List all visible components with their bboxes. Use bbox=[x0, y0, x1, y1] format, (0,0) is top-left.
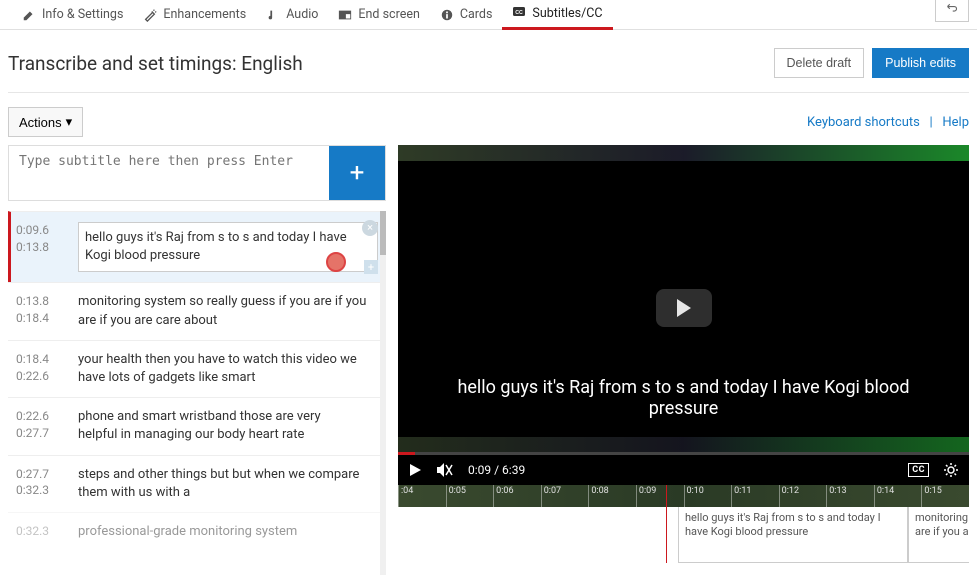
timeline-segments: hello guys it's Raj from s to s and toda… bbox=[398, 507, 969, 563]
tab-label: Cards bbox=[460, 7, 493, 22]
subtitle-times: 0:27.70:32.3 bbox=[16, 466, 66, 502]
subtitle-times: 0:32.3 bbox=[16, 523, 66, 541]
actions-dropdown[interactable]: Actions ▾ bbox=[8, 107, 83, 137]
subtitle-item[interactable]: 0:18.40:22.6 your health then you have t… bbox=[8, 340, 386, 397]
publish-edits-button[interactable]: Publish edits bbox=[872, 48, 969, 78]
scrollbar-thumb[interactable] bbox=[380, 211, 386, 255]
timeline-segment[interactable]: monitoring s are if you are bbox=[908, 507, 969, 563]
timeline-tick: 0:10 bbox=[684, 485, 704, 507]
timeline[interactable]: :04 0:05 0:06 0:07 0:08 0:09 0:10 0:11 0:12 0:13 0… bbox=[398, 485, 969, 563]
toolbar-row: Actions ▾ Keyboard shortcuts | Help bbox=[0, 93, 977, 145]
close-icon: × bbox=[367, 220, 373, 235]
plus-small-icon: + bbox=[368, 260, 374, 275]
timeline-playhead[interactable] bbox=[666, 485, 667, 563]
timeline-tick: 0:08 bbox=[588, 485, 608, 507]
tab-label: Audio bbox=[286, 7, 318, 22]
play-center-button[interactable] bbox=[656, 289, 712, 327]
subtitle-text: phone and smart wristband those are very… bbox=[78, 408, 378, 444]
timeline-tick: 0:06 bbox=[493, 485, 513, 507]
video-frame-blur bbox=[398, 145, 969, 161]
timeline-tick: 0:11 bbox=[731, 485, 751, 507]
plus-icon: + bbox=[350, 158, 365, 188]
note-icon bbox=[266, 8, 280, 22]
timeline-tick: 0:12 bbox=[779, 485, 799, 507]
timeline-segment[interactable]: hello guys it's Raj from s to s and toda… bbox=[678, 507, 908, 563]
timeline-tick: :04 bbox=[398, 485, 413, 507]
delete-draft-button[interactable]: Delete draft bbox=[774, 48, 865, 78]
subtitle-item[interactable]: 0:32.3 professional-grade monitoring sys… bbox=[8, 512, 386, 551]
video-panel: hello guys it's Raj from s to s and toda… bbox=[398, 145, 969, 575]
timeline-tick: 0:07 bbox=[541, 485, 561, 507]
tab-label: Enhancements bbox=[163, 7, 246, 22]
timeline-tick: 0:14 bbox=[874, 485, 894, 507]
title-bar: Transcribe and set timings: English Dele… bbox=[0, 30, 977, 92]
help-link[interactable]: Help bbox=[942, 115, 969, 130]
subtitle-item[interactable]: 0:13.80:18.4 monitoring system so really… bbox=[8, 282, 386, 339]
pencil-icon bbox=[22, 8, 36, 22]
info-icon bbox=[440, 8, 454, 22]
tab-subtitles-cc[interactable]: CC Subtitles/CC bbox=[502, 0, 612, 30]
tab-enhancements[interactable]: Enhancements bbox=[133, 0, 256, 30]
endscreen-icon bbox=[338, 8, 352, 22]
svg-text:CC: CC bbox=[516, 10, 524, 16]
help-links: Keyboard shortcuts | Help bbox=[807, 115, 969, 130]
subtitle-item[interactable]: 0:27.70:32.3 steps and other things but … bbox=[8, 455, 386, 512]
revert-button[interactable] bbox=[935, 0, 969, 22]
subtitle-item[interactable]: 0:22.60:27.7 phone and smart wristband t… bbox=[8, 397, 386, 454]
actions-label: Actions bbox=[19, 115, 62, 130]
subtitle-input-row: + bbox=[8, 145, 386, 201]
timeline-tick: 0:09 bbox=[636, 485, 656, 507]
tab-label: Info & Settings bbox=[42, 7, 123, 22]
timeline-ruler[interactable]: :04 0:05 0:06 0:07 0:08 0:09 0:10 0:11 0:12 0:13 0… bbox=[398, 485, 969, 507]
subtitle-times: 0:18.40:22.6 bbox=[16, 351, 66, 387]
insert-subtitle-button[interactable]: + bbox=[364, 260, 378, 274]
video-time: 0:09 / 6:39 bbox=[468, 463, 525, 477]
subtitle-times: 0:09.6 0:13.8 bbox=[16, 222, 66, 272]
mute-button[interactable] bbox=[436, 462, 454, 478]
title-actions: Delete draft Publish edits bbox=[774, 48, 970, 78]
subtitle-text: professional-grade monitoring system bbox=[78, 523, 378, 541]
video-controls: 0:09 / 6:39 CC bbox=[398, 455, 969, 485]
play-button[interactable] bbox=[408, 463, 422, 477]
subtitle-list: 0:09.6 0:13.8 hello guys it's Raj from s… bbox=[8, 211, 386, 575]
settings-button[interactable] bbox=[943, 462, 959, 478]
timeline-tick: 0:13 bbox=[826, 485, 846, 507]
subtitle-text: your health then you have to watch this … bbox=[78, 351, 378, 387]
subtitle-item[interactable]: 0:09.6 0:13.8 hello guys it's Raj from s… bbox=[8, 211, 386, 282]
subtitle-times: 0:13.80:18.4 bbox=[16, 293, 66, 329]
add-subtitle-button[interactable]: + bbox=[329, 146, 385, 200]
timeline-tick: 0:05 bbox=[446, 485, 466, 507]
cc-toggle-button[interactable]: CC bbox=[908, 463, 929, 477]
revert-arrow-icon bbox=[944, 2, 960, 14]
timeline-tick: 0:15 bbox=[921, 485, 941, 507]
delete-subtitle-button[interactable]: × bbox=[362, 220, 378, 236]
caret-down-icon: ▾ bbox=[66, 114, 73, 130]
video-player[interactable]: hello guys it's Raj from s to s and toda… bbox=[398, 145, 969, 485]
tab-info-settings[interactable]: Info & Settings bbox=[12, 0, 133, 30]
tab-end-screen[interactable]: End screen bbox=[328, 0, 429, 30]
tab-cards[interactable]: Cards bbox=[430, 0, 503, 30]
tab-audio[interactable]: Audio bbox=[256, 0, 328, 30]
keyboard-shortcuts-link[interactable]: Keyboard shortcuts bbox=[807, 115, 920, 130]
page-title: Transcribe and set timings: English bbox=[8, 52, 303, 75]
subtitle-panel: + 0:09.6 0:13.8 hello guys it's Raj from… bbox=[8, 145, 386, 575]
tab-label: Subtitles/CC bbox=[532, 6, 602, 21]
subtitle-input[interactable] bbox=[9, 146, 329, 200]
play-icon bbox=[677, 299, 691, 317]
tab-label: End screen bbox=[358, 7, 419, 22]
caption-overlay: hello guys it's Raj from s to s and toda… bbox=[398, 377, 969, 419]
subtitle-times: 0:22.60:27.7 bbox=[16, 408, 66, 444]
editor-tabs: Info & Settings Enhancements Audio End s… bbox=[0, 0, 977, 30]
scrollbar[interactable] bbox=[380, 211, 386, 575]
subtitle-text: monitoring system so really guess if you… bbox=[78, 293, 378, 329]
cc-icon: CC bbox=[512, 6, 526, 20]
subtitle-text: steps and other things but but when we c… bbox=[78, 466, 378, 502]
content-area: + 0:09.6 0:13.8 hello guys it's Raj from… bbox=[0, 145, 977, 575]
wand-icon bbox=[143, 8, 157, 22]
